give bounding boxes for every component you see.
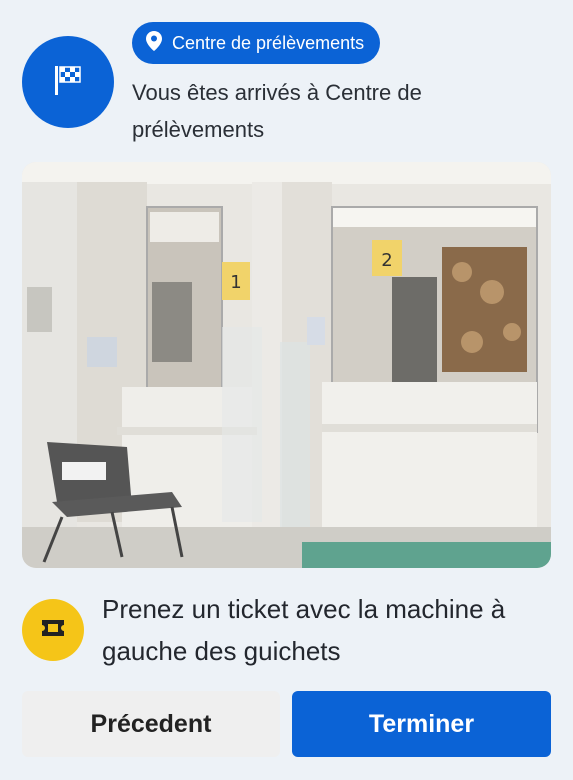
location-pin-icon [146,30,162,56]
svg-text:1: 1 [230,272,241,293]
location-pill-label: Centre de prélèvements [172,32,365,53]
location-pill: Centre de prélèvements [132,22,381,64]
ticket-icon [40,618,66,643]
previous-button[interactable]: Précedent [22,691,280,757]
destination-badge [22,36,114,128]
flag-checkered-icon [50,62,86,103]
svg-text:2: 2 [381,250,392,271]
step-card: Centre de prélèvements Vous êtes arrivés… [0,0,573,780]
ticket-badge [22,599,84,661]
arrival-message: Vous êtes arrivés à Centre de prélèvemen… [132,80,422,142]
instruction-text: Prenez un ticket avec la machine à gauch… [102,594,506,666]
finish-button[interactable]: Terminer [292,691,551,757]
location-photo: 1 2 FERMÉ CLOSED [22,162,551,568]
